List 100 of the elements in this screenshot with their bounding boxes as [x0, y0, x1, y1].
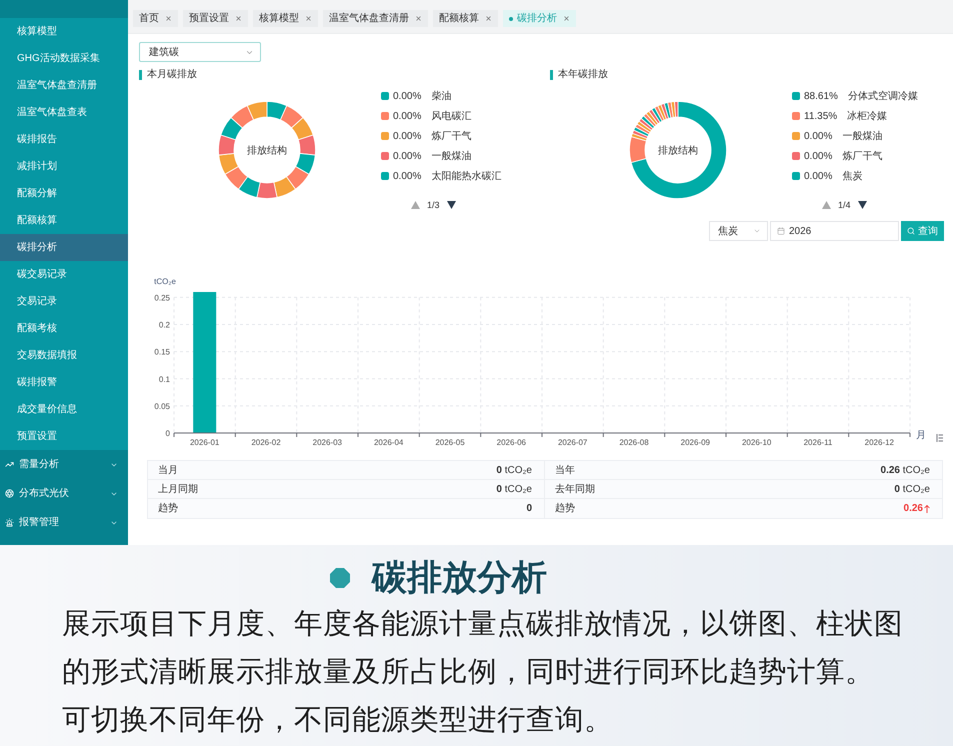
tab[interactable]: 核算模型 [253, 10, 318, 27]
close-icon[interactable] [165, 15, 172, 22]
sidebar-item[interactable]: 交易数据填报 [0, 342, 128, 369]
legend-label: 风电碳汇 [431, 110, 472, 124]
summary-value: 0 tCO₂e [496, 482, 532, 496]
search-icon [907, 227, 915, 235]
axis-title: tCO₂e [154, 277, 176, 286]
accent-bar-icon [550, 70, 553, 80]
legend-percent: 88.61% [804, 90, 838, 104]
sidebar-item[interactable]: 碳排报警 [0, 369, 128, 396]
section-title: 本月碳排放 [147, 69, 197, 81]
sidebar-item[interactable]: 碳排报告 [0, 126, 128, 153]
axis-tick-label: 0.2 [158, 320, 170, 330]
accent-bar-icon [139, 70, 142, 80]
axis-tick-label: 0.15 [154, 348, 170, 357]
close-icon[interactable] [485, 15, 492, 22]
summary-value: 0 tCO₂e [496, 464, 532, 478]
axis-tick-label: 2026-10 [742, 438, 772, 447]
axis-tick-label: 2026-07 [558, 438, 588, 447]
page-indicator: 1/3 [427, 199, 440, 211]
year-field[interactable]: 2026 [770, 221, 899, 241]
octagon-icon [330, 568, 350, 588]
axis-tick-label: 2026-05 [435, 438, 465, 447]
donut-slice [291, 117, 314, 140]
legend-percent: 0.00% [393, 170, 422, 184]
legend-label: 炼厂干气 [431, 130, 472, 144]
summary-label: 当月 [158, 464, 178, 478]
axis-tick-label: 2026-11 [804, 438, 832, 447]
sidebar-item[interactable]: GHG活动数据采集 [0, 45, 128, 72]
donut-slice [220, 117, 243, 140]
axis-tick-label: 0.05 [154, 402, 170, 411]
tab[interactable]: 配额核算 [433, 10, 498, 27]
sidebar-item[interactable]: 交易记录 [0, 288, 128, 315]
tab[interactable]: 首页 [133, 10, 178, 27]
summary-label: 趋势 [158, 502, 178, 516]
intro-text: 展示项目下月度、年度各能源计量点碳排放情况，以饼图、柱状图的形式清晰展示排放量及所占比例，同时进行同环比趋势计算。 [62, 607, 904, 690]
sidebar-item[interactable]: 预置设置 [0, 423, 128, 450]
arrow-up-icon [924, 504, 930, 512]
axis-tick-label: 2026-06 [496, 438, 526, 447]
triangle-down-icon[interactable] [446, 201, 456, 209]
summary-label: 趋势 [555, 502, 575, 516]
donut-slice [273, 176, 296, 198]
sidebar-item[interactable]: 成交量价信息 [0, 396, 128, 423]
donut-slice [286, 166, 310, 190]
legend-percent: 0.00% [393, 150, 422, 164]
close-icon[interactable] [235, 15, 242, 22]
donut-slice [295, 153, 316, 175]
triangle-down-icon[interactable] [858, 201, 867, 209]
siren-icon [5, 518, 14, 527]
axis-tick-label: 2026-09 [680, 438, 710, 447]
sidebar-item[interactable]: 核算模型 [0, 18, 128, 45]
category-select[interactable]: 建筑碳 [139, 42, 261, 62]
tab[interactable]: 温室气体盘查清册 [323, 10, 428, 27]
sidebar-item[interactable]: 温室气体盘查清册 [0, 72, 128, 99]
trend-icon [5, 460, 14, 469]
sidebar-item[interactable]: 温室气体盘查表 [0, 99, 128, 126]
summary-label: 当年 [555, 464, 575, 478]
close-icon[interactable] [415, 15, 422, 22]
close-icon[interactable] [305, 15, 312, 22]
donut-slice [230, 105, 254, 128]
donut-slice [218, 153, 239, 175]
legend-label: 太阳能热水碳汇 [431, 170, 502, 184]
intro-title: 碳排放分析 [372, 557, 547, 599]
section-title: 本年碳排放 [558, 69, 608, 81]
close-icon[interactable] [563, 15, 570, 22]
donut-center-label: 排放结构 [247, 146, 287, 156]
tab[interactable]: 预置设置 [183, 10, 248, 27]
legend-percent: 0.00% [804, 170, 832, 184]
sidebar-group[interactable]: 需量分析 [0, 450, 128, 479]
legend-percent: 11.35% [804, 110, 838, 124]
list-icon[interactable] [936, 434, 944, 442]
legend-label: 冰柜冷媒 [847, 110, 888, 124]
donut-slice [266, 101, 288, 120]
query-button[interactable]: 查询 [901, 221, 944, 241]
donut-slice [224, 166, 248, 190]
chevron-down-icon [753, 227, 761, 235]
sidebar-group[interactable]: 报警管理 [0, 508, 128, 537]
donut-slice [238, 176, 261, 198]
legend-percent: 0.00% [804, 130, 832, 144]
tab[interactable]: 碳排分析 [503, 10, 576, 27]
donut-slice [280, 105, 304, 128]
sidebar-item[interactable]: 配额考核 [0, 315, 128, 342]
sidebar-item[interactable]: 配额核算 [0, 207, 128, 234]
energy-type-select[interactable]: 焦炭 [709, 221, 768, 241]
sidebar-item[interactable]: 碳交易记录 [0, 261, 128, 288]
sidebar-item[interactable]: 配额分解 [0, 180, 128, 207]
intro-text: 可切换不同年份，不同能源类型进行查询。 [62, 703, 614, 738]
axis-tick-label: 2026-04 [374, 438, 404, 447]
summary-label: 去年同期 [555, 482, 595, 496]
sidebar-group[interactable]: 分布式光伏 [0, 479, 128, 508]
sidebar-item[interactable]: 碳排分析 [0, 234, 128, 261]
summary-value: 0 [526, 502, 532, 516]
page-indicator: 1/4 [838, 199, 851, 211]
legend-label: 分体式空调冷媒 [848, 90, 918, 104]
donut-slice [218, 134, 236, 156]
legend-label: 柴油 [431, 90, 452, 104]
summary-value: 0 tCO₂e [894, 482, 930, 496]
donut-slice [298, 134, 316, 156]
axis-tick-label: 2026-03 [312, 438, 342, 447]
sidebar-item[interactable]: 减排计划 [0, 153, 128, 180]
